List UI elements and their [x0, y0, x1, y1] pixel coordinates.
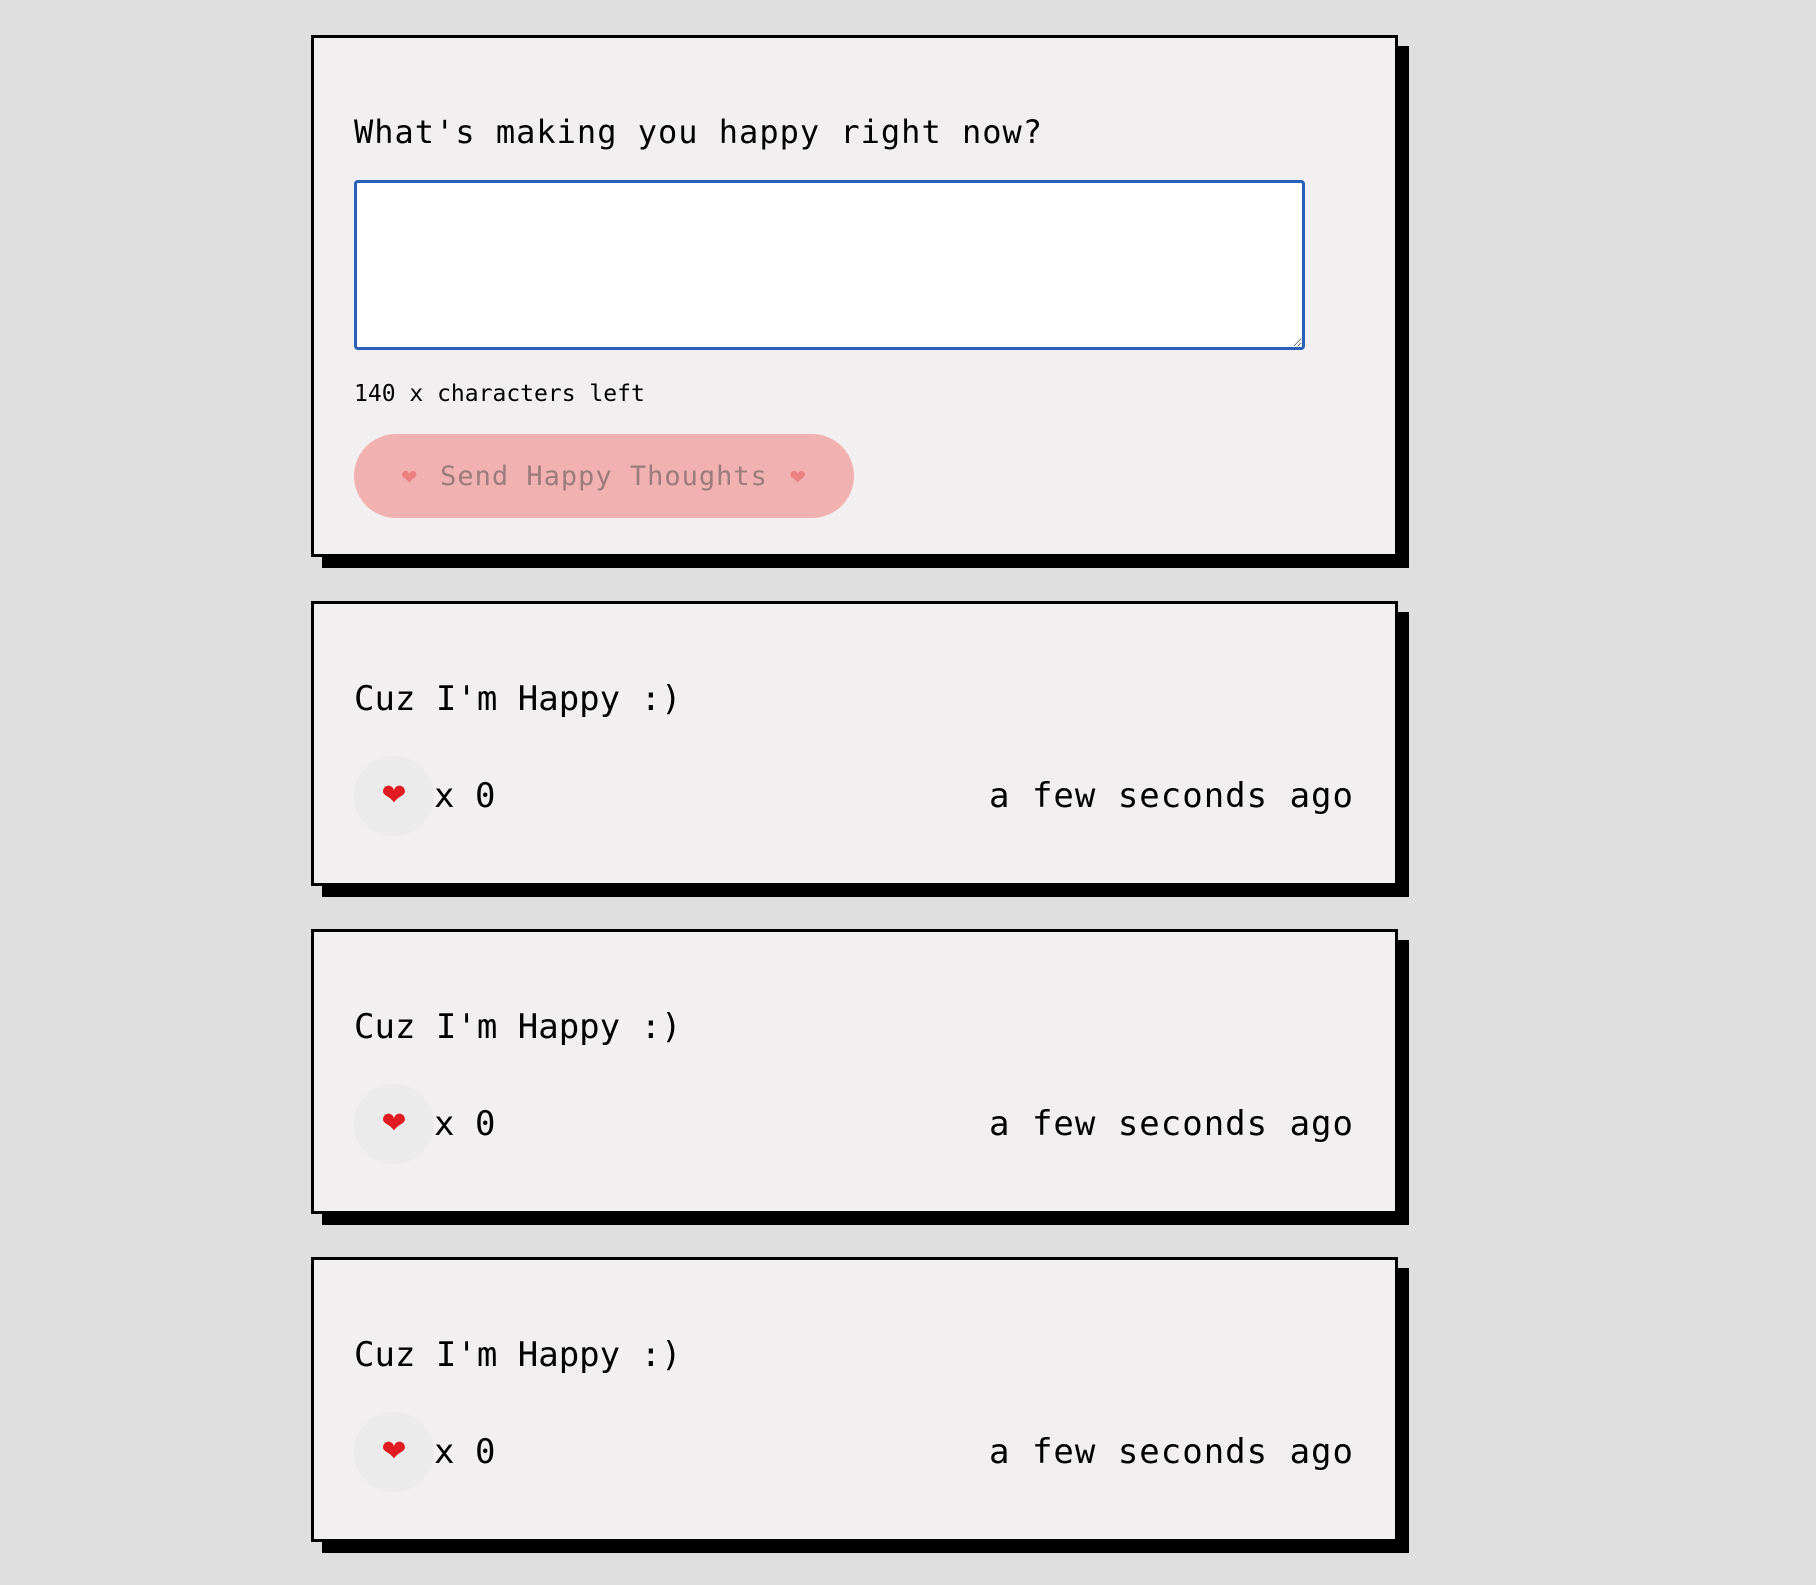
heart-icon: ❤: [401, 461, 419, 491]
happy-thoughts-app: What's making you happy right now? 140 x…: [311, 35, 1398, 1585]
thought-timestamp: a few seconds ago: [989, 1104, 1354, 1144]
thought-card: Cuz I'm Happy :) ❤ x 0 a few seconds ago: [311, 929, 1398, 1214]
send-button-label: Send Happy Thoughts: [440, 460, 768, 492]
like-count: x 0: [434, 776, 496, 816]
thought-form: What's making you happy right now? 140 x…: [311, 35, 1398, 557]
thought-timestamp: a few seconds ago: [989, 1432, 1354, 1472]
thought-message: Cuz I'm Happy :): [354, 679, 682, 719]
heart-icon: ❤: [381, 1107, 407, 1140]
like-button[interactable]: ❤: [354, 1084, 434, 1164]
thought-card: Cuz I'm Happy :) ❤ x 0 a few seconds ago: [311, 601, 1398, 886]
thought-timestamp: a few seconds ago: [989, 776, 1354, 816]
like-button[interactable]: ❤: [354, 756, 434, 836]
form-title: What's making you happy right now?: [354, 113, 1044, 151]
thought-message: Cuz I'm Happy :): [354, 1335, 682, 1375]
like-button[interactable]: ❤: [354, 1412, 434, 1492]
like-count: x 0: [434, 1104, 496, 1144]
send-happy-thoughts-button[interactable]: ❤ Send Happy Thoughts ❤: [354, 434, 854, 518]
thought-input[interactable]: [354, 180, 1305, 350]
heart-icon: ❤: [381, 779, 407, 812]
thought-card: Cuz I'm Happy :) ❤ x 0 a few seconds ago: [311, 1257, 1398, 1542]
like-count: x 0: [434, 1432, 496, 1472]
thought-message: Cuz I'm Happy :): [354, 1007, 682, 1047]
heart-icon: ❤: [789, 461, 807, 491]
heart-icon: ❤: [381, 1435, 407, 1468]
characters-left-counter: 140 x characters left: [354, 381, 645, 407]
